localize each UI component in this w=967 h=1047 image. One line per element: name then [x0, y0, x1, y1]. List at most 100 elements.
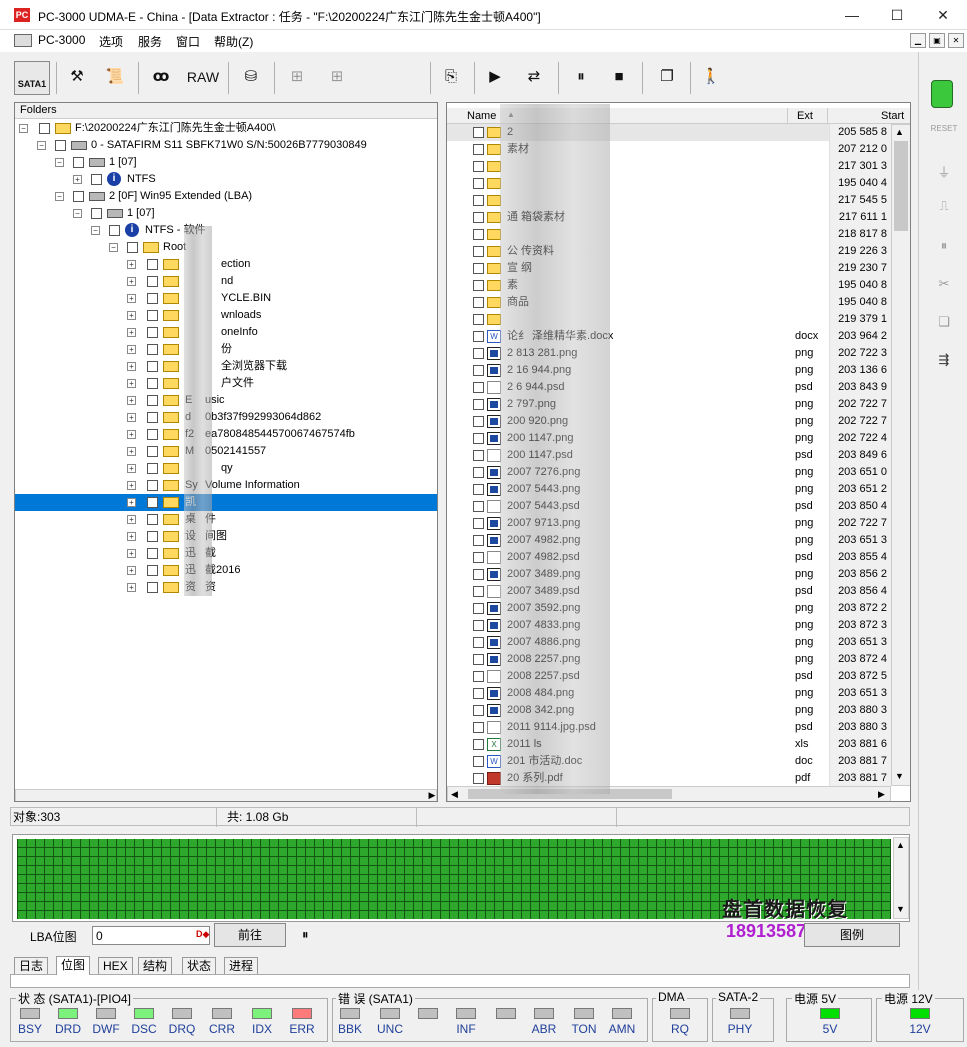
expand-toggle-icon[interactable]: +: [127, 515, 136, 524]
scroll-right-icon[interactable]: ▶: [878, 789, 885, 800]
tree-checkbox[interactable]: [147, 395, 158, 406]
tree-checkbox[interactable]: [147, 446, 158, 457]
tree-icon[interactable]: ⊞: [280, 61, 314, 95]
goto-button[interactable]: 前往: [214, 923, 286, 947]
tools-icon[interactable]: ⚒: [62, 61, 92, 95]
tree-checkbox[interactable]: [147, 293, 158, 304]
expand-toggle-icon[interactable]: +: [127, 566, 136, 575]
tree-root[interactable]: − F:\20200224广东江门陈先生金士顿A400\: [15, 120, 437, 137]
file-checkbox[interactable]: [473, 314, 484, 325]
file-checkbox[interactable]: [473, 586, 484, 597]
scroll-down-icon[interactable]: ▼: [895, 771, 904, 781]
minimize-button[interactable]: —: [837, 4, 867, 26]
file-checkbox[interactable]: [473, 263, 484, 274]
tree-root-folder[interactable]: − Root: [15, 239, 437, 256]
col-ext[interactable]: Ext: [797, 110, 813, 122]
file-vertical-scrollbar[interactable]: ▲ ▼: [891, 124, 910, 786]
binoculars-icon[interactable]: ꝏ: [146, 61, 176, 95]
file-checkbox[interactable]: [473, 382, 484, 393]
tree-checkbox[interactable]: [91, 208, 102, 219]
tree-checkbox[interactable]: [147, 412, 158, 423]
file-checkbox[interactable]: [473, 229, 484, 240]
tree-folder-item[interactable]: +Eusic: [15, 392, 437, 409]
save-icon[interactable]: ⎘: [436, 61, 466, 95]
mdi-minimize-button[interactable]: ▁: [910, 33, 926, 48]
legend-button[interactable]: 图例: [804, 923, 900, 947]
windows-icon[interactable]: ❐: [652, 61, 682, 95]
expand-toggle-icon[interactable]: +: [127, 294, 136, 303]
tree-checkbox[interactable]: [147, 497, 158, 508]
tab-4[interactable]: 状态: [182, 957, 217, 974]
tree-checkbox[interactable]: [147, 276, 158, 287]
tree-checkbox[interactable]: [147, 344, 158, 355]
tree-folder-item[interactable]: +d0b3f37f992993064d862: [15, 409, 437, 426]
scroll-left-icon[interactable]: ◀: [451, 789, 458, 800]
file-checkbox[interactable]: [473, 161, 484, 172]
tree-ntfs-2[interactable]: − i NTFS - 软件: [15, 222, 437, 239]
expand-toggle-icon[interactable]: +: [127, 498, 136, 507]
tab-5[interactable]: 进程: [224, 957, 259, 974]
collapse-toggle-icon[interactable]: −: [55, 158, 64, 167]
tree-checkbox[interactable]: [73, 157, 84, 168]
file-checkbox[interactable]: [473, 535, 484, 546]
tree-folder-item[interactable]: +凯: [15, 494, 437, 511]
file-checkbox[interactable]: [473, 433, 484, 444]
cut-icon[interactable]: ✂: [927, 276, 961, 304]
lba-scrollbar[interactable]: ▲ ▼: [893, 837, 909, 919]
tree-folder-item[interactable]: +桌件: [15, 511, 437, 528]
file-checkbox[interactable]: [473, 467, 484, 478]
tab-0[interactable]: 日志: [14, 957, 49, 974]
file-checkbox[interactable]: [473, 127, 484, 138]
expand-toggle-icon[interactable]: +: [127, 481, 136, 490]
file-checkbox[interactable]: [473, 722, 484, 733]
file-checkbox[interactable]: [473, 637, 484, 648]
tree-checkbox[interactable]: [147, 259, 158, 270]
expand-toggle-icon[interactable]: +: [127, 328, 136, 337]
file-checkbox[interactable]: [473, 416, 484, 427]
tree-checkbox[interactable]: [127, 242, 138, 253]
file-checkbox[interactable]: [473, 518, 484, 529]
expand-toggle-icon[interactable]: +: [127, 413, 136, 422]
file-checkbox[interactable]: [473, 365, 484, 376]
file-checkbox[interactable]: [473, 501, 484, 512]
tree-checkbox[interactable]: [39, 123, 50, 134]
scroll-up-icon[interactable]: ▲: [895, 127, 904, 137]
tree-horizontal-scrollbar[interactable]: [15, 789, 437, 801]
collapse-toggle-icon[interactable]: −: [19, 124, 28, 133]
mdi-restore-button[interactable]: ▣: [929, 33, 945, 48]
tree-folder-item[interactable]: +迅截2016: [15, 562, 437, 579]
expand-toggle-icon[interactable]: +: [127, 311, 136, 320]
tree-folder-item[interactable]: +资资: [15, 579, 437, 596]
file-checkbox[interactable]: [473, 773, 484, 784]
tree-folder-item[interactable]: + qy: [15, 460, 437, 477]
collapse-toggle-icon[interactable]: −: [73, 209, 82, 218]
tab-2[interactable]: HEX: [98, 957, 133, 974]
reset-icon[interactable]: RESET: [927, 124, 961, 152]
expand-toggle-icon[interactable]: +: [127, 345, 136, 354]
lba-spin-icon[interactable]: D◆: [196, 929, 209, 940]
plug-icon[interactable]: ⇶: [927, 352, 961, 380]
file-checkbox[interactable]: [473, 399, 484, 410]
collapse-toggle-icon[interactable]: −: [109, 243, 118, 252]
tab-1[interactable]: 位图: [56, 956, 91, 975]
file-checkbox[interactable]: [473, 739, 484, 750]
menu-help[interactable]: 帮助(Z): [214, 33, 253, 50]
file-checkbox[interactable]: [473, 688, 484, 699]
tree-checkbox[interactable]: [147, 565, 158, 576]
right-pause-icon[interactable]: ⏸: [927, 238, 961, 266]
expand-toggle-icon[interactable]: +: [127, 583, 136, 592]
collapse-toggle-icon[interactable]: −: [55, 192, 64, 201]
tree-checkbox[interactable]: [147, 310, 158, 321]
file-checkbox[interactable]: [473, 569, 484, 580]
menu-options[interactable]: 选项: [99, 33, 123, 50]
file-checkbox[interactable]: [473, 756, 484, 767]
tree-folder-item[interactable]: +设间图: [15, 528, 437, 545]
file-checkbox[interactable]: [473, 348, 484, 359]
tree-partition-2[interactable]: − 2 [0F] Win95 Extended (LBA): [15, 188, 437, 205]
tree-checkbox[interactable]: [147, 429, 158, 440]
mdi-close-button[interactable]: ✕: [948, 33, 964, 48]
transfer-icon[interactable]: ⎍: [927, 198, 961, 226]
col-start[interactable]: Start: [881, 110, 904, 122]
expand-toggle-icon[interactable]: +: [127, 430, 136, 439]
tree-folder-item[interactable]: + 全浏览器下载: [15, 358, 437, 375]
